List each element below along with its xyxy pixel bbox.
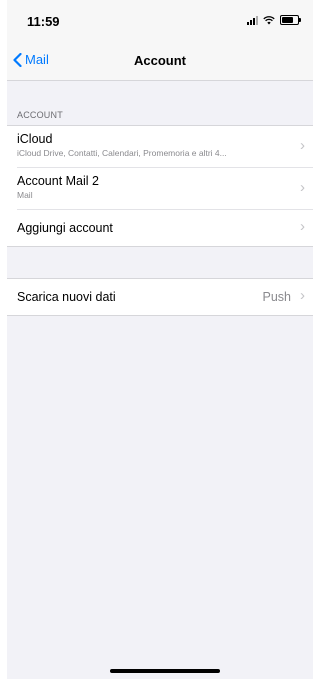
- add-account-label: Aggiungi account: [17, 221, 113, 235]
- accounts-group: iCloud iCloud Drive, Contatti, Calendari…: [7, 125, 313, 247]
- section-header-account: ACCOUNT: [17, 110, 63, 120]
- chevron-right-icon: ›: [300, 218, 305, 235]
- battery-icon: [280, 15, 301, 25]
- page-title: Account: [134, 53, 186, 68]
- fetch-value: Push: [262, 290, 292, 304]
- account-row-icloud[interactable]: iCloud iCloud Drive, Contatti, Calendari…: [7, 126, 313, 168]
- fetch-group: Scarica nuovi dati Push ›: [7, 278, 313, 316]
- status-bar: 11:59: [7, 0, 313, 42]
- home-indicator[interactable]: [110, 669, 220, 673]
- account-row-mail-2[interactable]: Account Mail 2 Mail ›: [7, 168, 313, 210]
- account-title: Account Mail 2: [17, 174, 99, 188]
- status-icons: [247, 15, 301, 25]
- wifi-icon: [263, 15, 275, 24]
- status-time: 11:59: [27, 14, 60, 29]
- account-subtitle: Mail: [17, 190, 33, 200]
- account-subtitle: iCloud Drive, Contatti, Calendari, Prome…: [17, 148, 227, 158]
- account-title: iCloud: [17, 132, 53, 146]
- chevron-right-icon: ›: [300, 137, 305, 154]
- chevron-right-icon: ›: [300, 179, 305, 196]
- fetch-new-data-row[interactable]: Scarica nuovi dati Push ›: [7, 279, 313, 315]
- chevron-right-icon: ›: [300, 287, 305, 304]
- navigation-bar: Mail Account: [7, 42, 313, 81]
- signal-icon: [247, 15, 258, 25]
- fetch-new-data-label: Scarica nuovi dati: [17, 290, 116, 304]
- add-account-row[interactable]: Aggiungi account ›: [7, 210, 313, 246]
- phone-screen: 11:59 Mail Account ACCOUNT iCloud iCloud…: [7, 0, 313, 679]
